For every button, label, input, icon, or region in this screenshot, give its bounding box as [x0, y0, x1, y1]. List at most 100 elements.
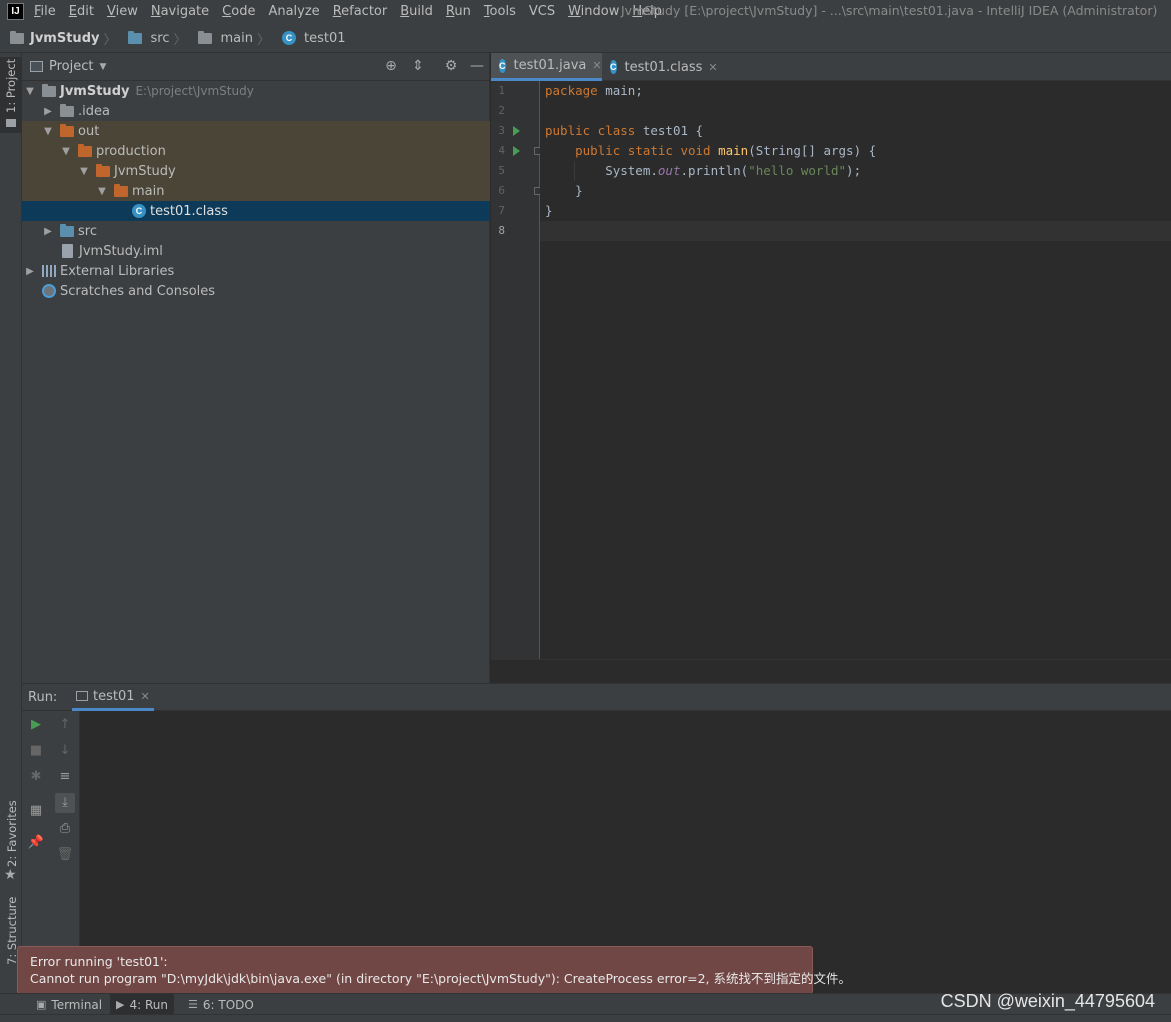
error-message: Cannot run program "D:\myJdk\jdk\bin\jav… [30, 971, 851, 986]
tree-item-label: External Libraries [60, 263, 175, 279]
menu-item-view[interactable]: View [107, 1, 138, 23]
tab-project-label: 1: Project [4, 58, 18, 113]
chevron-right-icon: 〉 [173, 32, 187, 48]
collapse-all-icon[interactable]: ⇕ [410, 58, 426, 74]
expanded-arrow-icon[interactable]: ▼ [24, 86, 36, 97]
tab-test01-class[interactable]: C test01.class ✕ [602, 53, 718, 81]
breadcrumb-src[interactable]: src 〉 [128, 29, 192, 48]
tab-test01-java[interactable]: C test01.java ✕ [491, 53, 602, 81]
tree-item-scratches[interactable]: Scratches and Consoles [22, 281, 490, 301]
breadcrumb-project[interactable]: JvmStudy 〉 [10, 29, 122, 48]
run-tab-label: test01 [93, 688, 135, 704]
hide-panel-icon[interactable]: — [469, 58, 485, 74]
line-number: 3 [498, 124, 505, 137]
tree-item-root[interactable]: ▼ JvmStudy E:\project\JvmStudy [22, 81, 490, 101]
tree-item-label: main [132, 183, 165, 199]
line-number: 1 [498, 84, 505, 97]
menu-item-window[interactable]: Window [568, 1, 619, 23]
menu-item-build[interactable]: Build [400, 1, 433, 23]
project-panel-title[interactable]: Project [49, 59, 93, 74]
close-icon[interactable]: ✕ [708, 61, 717, 74]
collapsed-arrow-icon[interactable]: ▶ [42, 106, 54, 117]
tree-item-out[interactable]: ▼ out [22, 121, 490, 141]
menu-item-edit[interactable]: Edit [69, 1, 94, 23]
pin-icon[interactable]: 📌 [26, 833, 46, 853]
line-number: 2 [498, 104, 505, 117]
caret-line-highlight [540, 221, 1171, 241]
run-gutter-icon[interactable] [513, 146, 520, 156]
left-tool-strip: 1: Project 2: Favorites ★ 7: Structure [0, 53, 22, 993]
scroll-to-end-icon[interactable]: ⤓ [55, 793, 75, 813]
editor-gutter: 1 2 3 4 5 6 7 8 [491, 81, 542, 659]
tree-item-label: out [78, 123, 100, 139]
expanded-arrow-icon[interactable]: ▼ [78, 166, 90, 177]
code-line-5: System.out.println("hello world"); [545, 163, 862, 178]
tab-project[interactable]: 1: Project [0, 57, 22, 133]
compiled-class-icon: C [132, 204, 146, 218]
module-file-icon [62, 244, 73, 258]
tree-item-jvmstudy[interactable]: ▼ JvmStudy [22, 161, 490, 181]
tree-item-label: test01.class [150, 203, 228, 219]
window-title: JvmStudy [E:\project\JvmStudy] - ...\src… [621, 3, 1158, 18]
close-icon[interactable]: ✕ [141, 690, 150, 703]
tree-item-libraries[interactable]: ▶ External Libraries [22, 261, 490, 281]
console-icon [76, 691, 88, 701]
source-folder-icon [128, 30, 143, 44]
menu-item-vcs[interactable]: VCS [529, 1, 555, 23]
folder-icon [6, 119, 16, 127]
project-view-icon [30, 61, 43, 72]
menu-item-tools[interactable]: Tools [484, 1, 516, 23]
excluded-folder-icon [114, 183, 128, 197]
run-tab-test01[interactable]: test01 ✕ [72, 684, 154, 711]
tree-item-idea[interactable]: ▶ .idea [22, 101, 490, 121]
menu-item-analyze[interactable]: Analyze [268, 1, 319, 23]
error-title: Error running 'test01': [30, 954, 168, 969]
tree-item-main[interactable]: ▼ main [22, 181, 490, 201]
tree-item-label: src [78, 223, 97, 239]
rerun-icon[interactable]: ▶ [26, 715, 46, 735]
expanded-arrow-icon[interactable]: ▼ [42, 126, 54, 137]
project-panel-header: Project ▼ ⊕ ⇕ ⚙ — [22, 53, 490, 81]
code-line-7: } [545, 203, 553, 218]
tab-terminal[interactable]: ▣ Terminal [32, 994, 106, 1015]
tab-run[interactable]: ▶ 4: Run [110, 994, 174, 1015]
editor-tabs: C test01.java ✕ C test01.class ✕ [491, 53, 1171, 81]
print-icon[interactable]: ⎙ [55, 819, 75, 839]
expanded-arrow-icon[interactable]: ▼ [60, 146, 72, 157]
soft-wrap-icon[interactable]: ≡ [55, 767, 75, 787]
tree-item-production[interactable]: ▼ production [22, 141, 490, 161]
trash-icon[interactable]: 🗑 [55, 845, 75, 865]
breadcrumb-file[interactable]: C test01 [281, 31, 346, 46]
run-gutter-icon[interactable] [513, 126, 520, 136]
expanded-arrow-icon[interactable]: ▼ [96, 186, 108, 197]
module-folder-icon [42, 83, 56, 97]
gear-icon[interactable]: ⚙ [443, 58, 459, 74]
layout-icon[interactable]: ▦ [26, 801, 46, 821]
close-icon[interactable]: ✕ [592, 59, 601, 72]
arrow-up-icon[interactable]: ↑ [55, 715, 75, 735]
todo-list-icon: ☰ [188, 998, 198, 1011]
tab-label: test01.java [513, 58, 587, 73]
code-editor[interactable]: package main; public class test01 { publ… [540, 81, 1171, 659]
collapsed-arrow-icon[interactable]: ▶ [42, 226, 54, 237]
chevron-right-icon: 〉 [256, 32, 270, 48]
tree-item-label: .idea [78, 103, 110, 119]
collapsed-arrow-icon[interactable]: ▶ [24, 266, 36, 277]
menu-item-run[interactable]: Run [446, 1, 471, 23]
dropdown-arrow-icon[interactable]: ▼ [99, 62, 106, 72]
tab-todo[interactable]: ☰ 6: TODO [184, 994, 258, 1015]
debug-icon[interactable]: ✱ [26, 767, 46, 787]
tree-item-class-file[interactable]: C test01.class [22, 201, 490, 221]
error-notification[interactable]: Error running 'test01': Cannot run progr… [17, 946, 851, 994]
arrow-down-icon[interactable]: ↓ [55, 741, 75, 761]
breadcrumb-main[interactable]: main 〉 [198, 29, 276, 48]
menu-item-navigate[interactable]: Navigate [151, 1, 209, 23]
menu-item-refactor[interactable]: Refactor [333, 1, 388, 23]
menu-item-code[interactable]: Code [222, 1, 255, 23]
locate-target-icon[interactable]: ⊕ [383, 58, 399, 74]
menu-item-file[interactable]: File [34, 1, 56, 23]
tab-favorites[interactable]: 2: Favorites ★ [0, 800, 22, 885]
stop-icon[interactable]: ■ [26, 741, 46, 761]
tree-item-src[interactable]: ▶ src [22, 221, 490, 241]
tree-item-iml[interactable]: JvmStudy.iml [22, 241, 490, 261]
